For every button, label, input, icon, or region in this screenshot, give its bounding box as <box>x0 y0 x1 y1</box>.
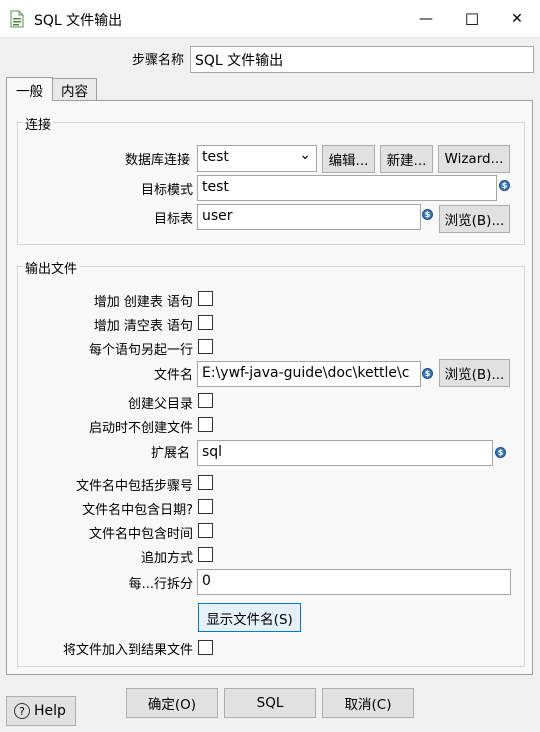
add-to-result-label: 将文件加入到结果文件 <box>62 643 193 658</box>
add-truncate-checkbox[interactable] <box>198 315 213 330</box>
new-connection-button[interactable]: 新建... <box>380 145 433 173</box>
app-icon <box>10 10 24 28</box>
tab-content-label: 内容 <box>61 83 88 100</box>
variable-icon[interactable]: $ <box>422 368 433 379</box>
browse-file-button[interactable]: 浏览(B)... <box>439 359 510 387</box>
append-checkbox[interactable] <box>198 547 213 562</box>
close-button[interactable]: ✕ <box>494 0 540 38</box>
maximize-icon: ☐ <box>464 9 480 29</box>
help-icon: ? <box>14 703 30 719</box>
filename-label: 文件名 <box>153 368 193 383</box>
help-label: Help <box>34 703 66 719</box>
add-create-table-label: 增加 创建表 语句 <box>93 295 193 310</box>
variable-icon[interactable]: $ <box>499 180 510 191</box>
include-date-checkbox[interactable] <box>198 499 213 514</box>
add-truncate-label: 增加 清空表 语句 <box>93 319 193 334</box>
title-bar: SQL 文件输出 — ☐ ✕ <box>0 0 540 38</box>
variable-icon[interactable]: $ <box>495 447 506 458</box>
connection-group-title: 连接 <box>23 114 54 133</box>
maximize-button[interactable]: ☐ <box>449 0 495 38</box>
tab-general-label: 一般 <box>16 83 43 100</box>
minimize-button[interactable]: — <box>403 0 449 38</box>
variable-icon[interactable]: $ <box>422 209 433 220</box>
include-time-checkbox[interactable] <box>198 523 213 538</box>
minimize-icon: — <box>419 11 433 27</box>
include-stepnr-label: 文件名中包括步骤号 <box>75 479 193 494</box>
split-every-label: 每...行拆分 <box>128 577 193 592</box>
db-connection-select[interactable]: test ⌄ <box>197 145 317 172</box>
filename-input[interactable]: E:\ywf-java-guide\doc\kettle\c <box>197 361 421 387</box>
close-icon: ✕ <box>511 11 523 27</box>
browse-table-button[interactable]: 浏览(B)... <box>439 205 510 233</box>
db-connection-label: 数据库连接 <box>124 153 190 168</box>
db-connection-value: test <box>202 149 229 165</box>
ok-button[interactable]: 确定(O) <box>126 688 218 718</box>
include-date-label: 文件名中包含日期? <box>82 503 193 518</box>
step-name-input[interactable]: SQL 文件输出 <box>190 46 534 73</box>
cancel-button[interactable]: 取消(C) <box>322 688 414 718</box>
target-table-input[interactable]: user <box>197 204 421 230</box>
split-every-input[interactable]: 0 <box>197 569 511 595</box>
include-time-label: 文件名中包含时间 <box>88 527 193 542</box>
new-line-label: 每个语句另起一行 <box>88 343 193 358</box>
extension-label: 扩展名 <box>150 446 190 461</box>
output-file-group-title: 输出文件 <box>23 258 80 277</box>
edit-connection-button[interactable]: 编辑... <box>322 145 375 173</box>
add-create-table-checkbox[interactable] <box>198 291 213 306</box>
tab-general[interactable]: 一般 <box>6 77 53 101</box>
help-button[interactable]: ? Help <box>6 696 76 726</box>
do-not-create-file-label: 启动时不创建文件 <box>88 421 193 436</box>
add-to-result-checkbox[interactable] <box>198 640 213 655</box>
step-name-label: 步骤名称 <box>131 53 184 68</box>
target-schema-input[interactable]: test <box>197 175 497 201</box>
do-not-create-file-checkbox[interactable] <box>198 417 213 432</box>
target-table-label: 目标表 <box>153 212 193 227</box>
chevron-down-icon: ⌄ <box>299 147 311 163</box>
include-stepnr-checkbox[interactable] <box>198 475 213 490</box>
tab-content[interactable]: 内容 <box>53 78 97 101</box>
wizard-button[interactable]: Wizard... <box>438 145 510 173</box>
target-schema-label: 目标模式 <box>140 183 193 198</box>
create-parent-dir-checkbox[interactable] <box>198 393 213 408</box>
new-line-checkbox[interactable] <box>198 339 213 354</box>
show-filenames-button[interactable]: 显示文件名(S) <box>198 603 301 632</box>
extension-input[interactable]: sql <box>197 440 493 466</box>
sql-button[interactable]: SQL <box>224 688 316 718</box>
window-title: SQL 文件输出 <box>34 13 123 29</box>
create-parent-dir-label: 创建父目录 <box>127 397 193 412</box>
append-label: 追加方式 <box>140 551 193 566</box>
